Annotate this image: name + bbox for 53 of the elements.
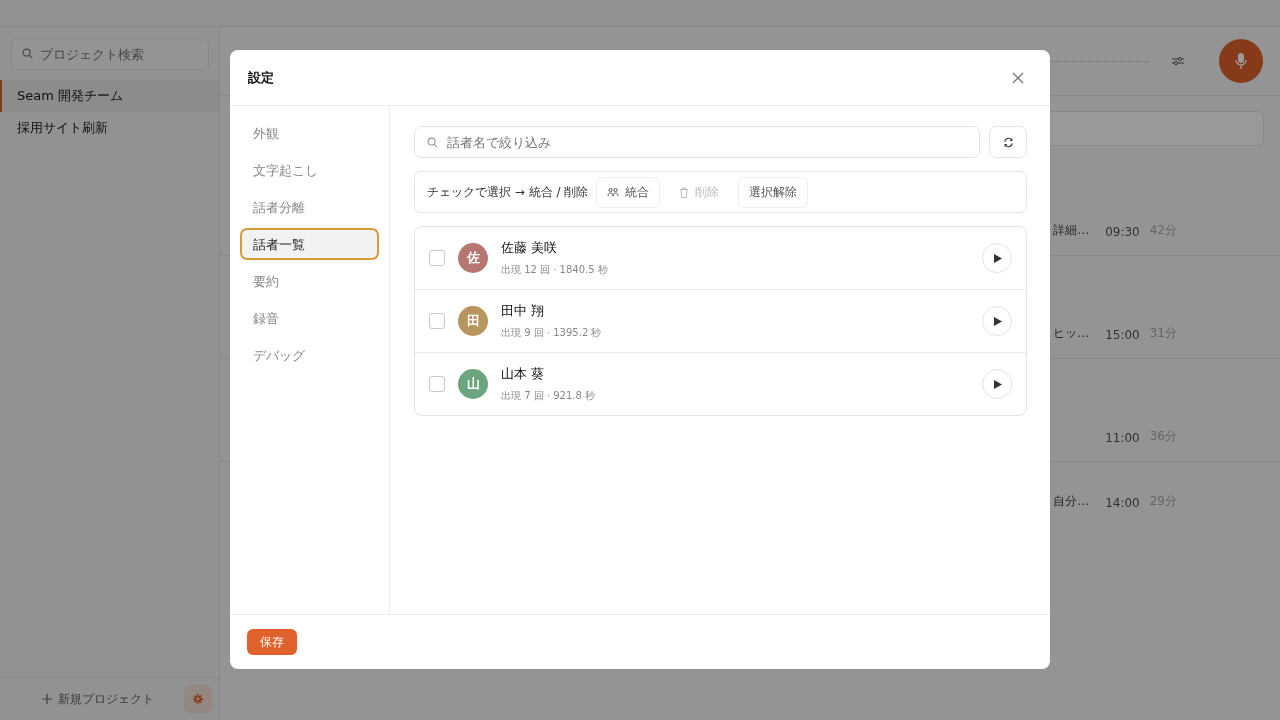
refresh-icon: [1002, 136, 1014, 148]
close-icon[interactable]: [1012, 71, 1024, 84]
record-button[interactable]: [1219, 39, 1263, 83]
refresh-button[interactable]: [989, 126, 1027, 158]
project-item[interactable]: Seam 開発チーム: [0, 80, 219, 112]
toolbar-hint: チェックで選択 → 統合 / 削除: [427, 183, 589, 201]
speaker-stats: 出現 9 回 · 1395.2 秒: [501, 326, 603, 340]
settings-nav-item[interactable]: 文字起こし: [240, 154, 379, 186]
speaker-name: 佐藤 美咲: [501, 239, 559, 257]
play-button[interactable]: [982, 306, 1012, 336]
save-button[interactable]: 保存: [247, 629, 297, 655]
settings-nav-item[interactable]: 話者分離: [240, 191, 379, 223]
new-project-button[interactable]: 新規プロジェクト: [42, 690, 154, 708]
play-button[interactable]: [982, 369, 1012, 399]
settings-nav-item[interactable]: 録音: [240, 302, 379, 334]
settings-button[interactable]: [184, 685, 212, 713]
settings-nav-item[interactable]: 要約: [240, 265, 379, 297]
speaker-checkbox[interactable]: [429, 376, 445, 392]
speaker-avatar: 田: [458, 306, 488, 336]
speaker-stats: 出現 7 回 · 921.8 秒: [501, 389, 597, 403]
play-icon: [994, 253, 1002, 263]
meeting-time: 14:00: [1105, 496, 1140, 510]
meeting-time: 09:30: [1105, 225, 1140, 239]
sliders-icon[interactable]: [1171, 55, 1185, 67]
meeting-snippet: 自分…: [1053, 493, 1090, 510]
play-icon: [994, 379, 1002, 389]
settings-nav-item[interactable]: デバッグ: [240, 339, 379, 371]
play-icon: [994, 316, 1002, 326]
speaker-stats: 出現 12 回 · 1840.5 秒: [501, 263, 609, 277]
meeting-snippet: ヒッ…: [1053, 325, 1090, 342]
project-item[interactable]: 採用サイト刷新: [0, 112, 219, 144]
speaker-name: 山本 葵: [501, 365, 546, 383]
settings-nav-item[interactable]: 話者一覧: [240, 228, 379, 260]
plus-icon: [42, 694, 52, 704]
settings-icon: [192, 693, 204, 705]
speaker-avatar: 山: [458, 369, 488, 399]
play-button[interactable]: [982, 243, 1012, 273]
speaker-checkbox[interactable]: [429, 250, 445, 266]
speaker-filter-field[interactable]: 話者名で絞り込み: [414, 126, 980, 158]
dialog-title: 設定: [248, 68, 274, 87]
microphone-icon: [1234, 52, 1248, 70]
meeting-time: 11:00: [1105, 431, 1140, 445]
meeting-time: 15:00: [1105, 328, 1140, 342]
speaker-name: 田中 翔: [501, 302, 546, 320]
merge-button[interactable]: 統合: [596, 176, 661, 208]
clear-button[interactable]: 選択解除: [738, 176, 809, 208]
project-search-field[interactable]: プロジェクト検索: [11, 38, 209, 70]
meeting-snippet: 詳細…: [1053, 222, 1090, 239]
speaker-checkbox[interactable]: [429, 313, 445, 329]
settings-nav-item[interactable]: 外観: [240, 117, 379, 149]
trash-icon: [679, 186, 690, 198]
people-icon: [607, 187, 620, 197]
speaker-avatar: 佐: [458, 243, 488, 273]
